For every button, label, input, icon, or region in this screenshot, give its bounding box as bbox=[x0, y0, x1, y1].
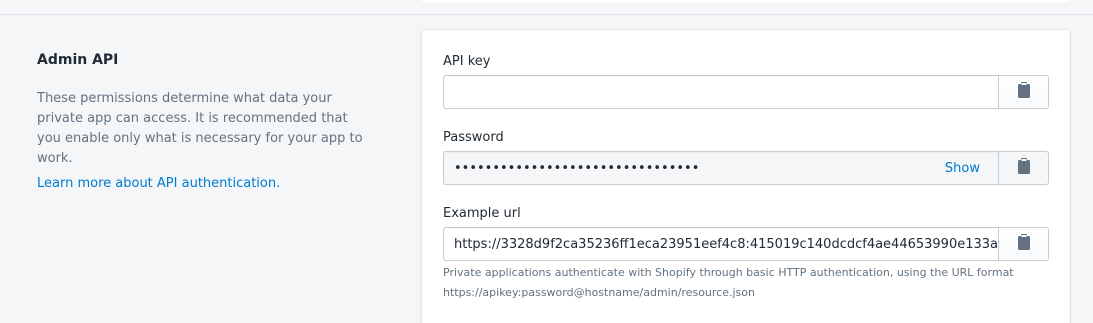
help-text-line-2: https://apikey:password@hostname/admin/r… bbox=[443, 286, 755, 299]
section-annotation: Admin API These permissions determine wh… bbox=[37, 50, 377, 191]
example-url-help-text: Private applications authenticate with S… bbox=[443, 263, 1049, 303]
clipboard-icon bbox=[1017, 234, 1030, 254]
clipboard-icon bbox=[1017, 158, 1030, 178]
password-field[interactable]: •••••••••••••••••••••••••••••••• Show bbox=[443, 151, 998, 185]
show-password-button[interactable]: Show bbox=[945, 161, 980, 176]
password-field-group: •••••••••••••••••••••••••••••••• Show bbox=[443, 151, 1049, 185]
example-url-field[interactable]: https://3328d9f2ca35236ff1eca23951eef4c8… bbox=[443, 227, 998, 261]
api-key-field[interactable] bbox=[443, 75, 998, 109]
api-key-field-group bbox=[443, 75, 1049, 109]
password-value: •••••••••••••••••••••••••••••••• bbox=[454, 160, 700, 176]
api-credentials-card: API key Password •••••••••••••••••••••••… bbox=[422, 30, 1070, 323]
admin-api-settings-page: Admin API These permissions determine wh… bbox=[0, 0, 1093, 323]
learn-more-link[interactable]: Learn more about API authentication. bbox=[37, 176, 280, 191]
api-key-value bbox=[454, 83, 696, 101]
api-key-copy-button[interactable] bbox=[998, 75, 1049, 109]
example-url-label: Example url bbox=[443, 206, 521, 221]
password-copy-button[interactable] bbox=[998, 151, 1049, 185]
section-title: Admin API bbox=[37, 52, 119, 68]
example-url-value: https://3328d9f2ca35236ff1eca23951eef4c8… bbox=[454, 236, 998, 252]
password-label: Password bbox=[443, 130, 504, 145]
top-divider bbox=[0, 14, 1093, 15]
previous-card-edge bbox=[422, 0, 1070, 2]
help-text-line-1: Private applications authenticate with S… bbox=[443, 266, 1014, 279]
example-url-copy-button[interactable] bbox=[998, 227, 1049, 261]
example-url-field-group: https://3328d9f2ca35236ff1eca23951eef4c8… bbox=[443, 227, 1049, 261]
clipboard-icon bbox=[1017, 82, 1030, 102]
api-key-label: API key bbox=[443, 54, 491, 69]
section-description: These permissions determine what data yo… bbox=[37, 91, 363, 166]
